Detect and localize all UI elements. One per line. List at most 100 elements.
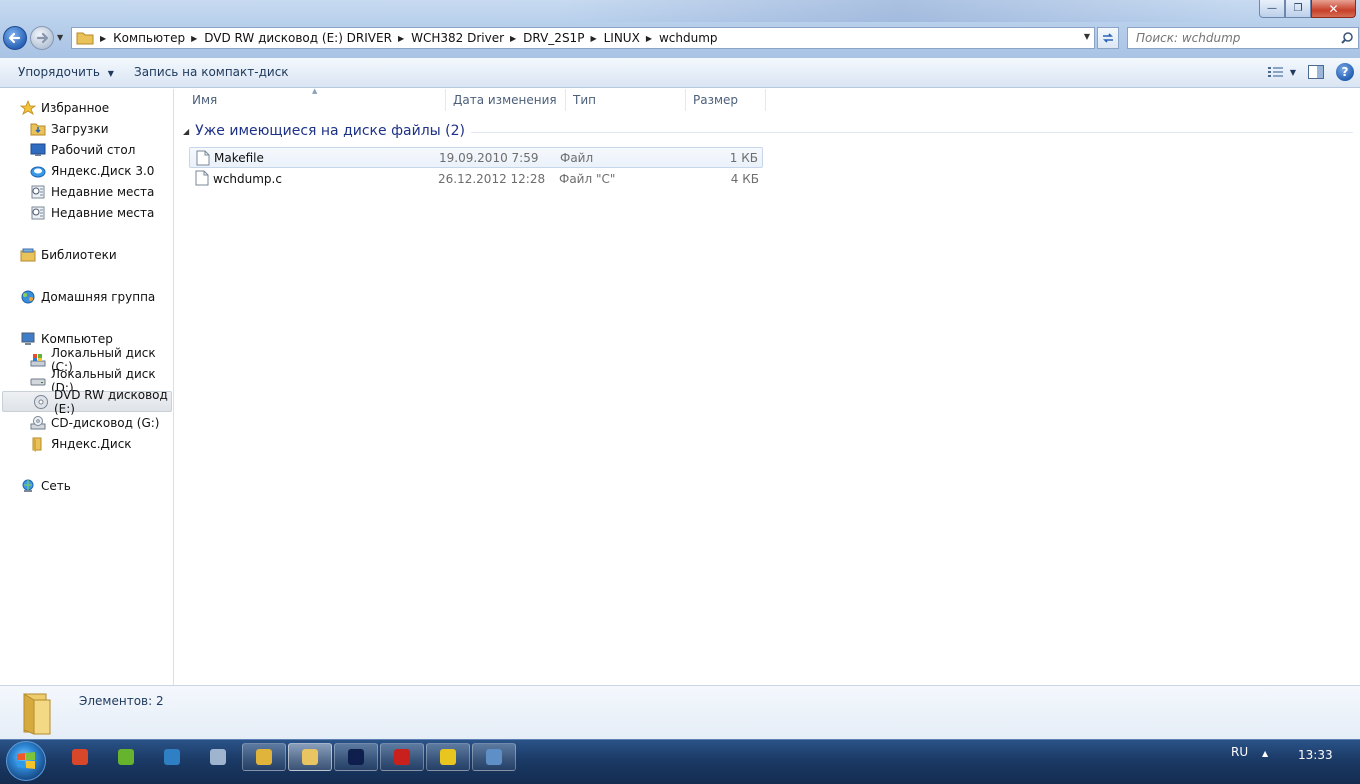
column-header-type[interactable]: Тип	[566, 89, 686, 111]
chevron-down-icon: ▼	[107, 69, 114, 78]
breadcrumb-label: Компьютер	[113, 31, 186, 45]
window-controls: — ❐ ✕	[1259, 0, 1356, 18]
sidebar-item-drive-e[interactable]: DVD RW дисковод (E:)	[2, 388, 172, 416]
file-icon	[195, 170, 209, 186]
taskbar-app-acrobat[interactable]	[380, 743, 424, 771]
breadcrumb-label: LINUX	[603, 31, 640, 45]
breadcrumb-label: wchdump	[658, 31, 718, 45]
taskbar-app-k-app[interactable]	[150, 743, 194, 771]
sidebar-item-label: Недавние места	[51, 205, 155, 220]
taskbar-app-ccleaner[interactable]	[58, 743, 102, 771]
breadcrumb-separator-icon[interactable]: ▶	[191, 34, 197, 43]
downloads-folder-icon	[30, 121, 46, 137]
folder-icon	[30, 436, 46, 452]
sidebar-item-label: Яндекс.Диск	[51, 436, 132, 451]
file-row-wchdump-c[interactable]: wchdump.c 26.12.2012 12:28 Файл "C" 4 КБ	[189, 168, 763, 189]
organize-label: Упорядочить	[18, 65, 100, 79]
sidebar-item-favorites[interactable]: Избранное	[0, 97, 172, 118]
breadcrumb-separator-icon[interactable]: ▶	[510, 34, 516, 43]
taskbar-app-1c[interactable]	[426, 743, 470, 771]
tray-expand-icon[interactable]: ▲	[1262, 749, 1268, 758]
organize-button[interactable]: Упорядочить ▼	[18, 65, 114, 79]
burn-to-disc-button[interactable]: Запись на компакт-диск	[134, 65, 289, 79]
taskbar-app-remote-desktop[interactable]	[472, 743, 516, 771]
cd-drive-icon	[30, 415, 46, 431]
breadcrumb-label: WCH382 Driver	[411, 31, 505, 45]
group-divider	[471, 131, 1353, 133]
forward-button[interactable]	[30, 26, 54, 50]
close-button[interactable]: ✕	[1311, 0, 1356, 18]
homegroup-icon	[20, 289, 36, 305]
view-controls: ▼ ?	[1267, 63, 1354, 81]
forward-arrow-icon	[36, 32, 49, 44]
sidebar-item-yandex-disk[interactable]: Яндекс.Диск	[0, 433, 172, 454]
group-title: Уже имеющиеся на диске файлы (2)	[195, 123, 465, 139]
back-arrow-icon	[8, 32, 21, 44]
folder-icon	[76, 32, 94, 45]
breadcrumb-separator-icon[interactable]: ▶	[590, 34, 596, 43]
taskbar-app-explorer[interactable]	[288, 743, 332, 771]
file-type: Файл "C"	[559, 171, 616, 186]
language-indicator[interactable]: RU	[1231, 745, 1248, 759]
title-blur	[560, 0, 1240, 22]
breadcrumb-linux[interactable]: ▶ LINUX	[584, 28, 639, 48]
acrobat-icon	[394, 749, 410, 765]
address-bar[interactable]: ▶ Компьютер ▶ DVD RW дисковод (E:) DRIVER …	[71, 27, 1095, 49]
column-header-size[interactable]: Размер	[686, 89, 766, 111]
sidebar-item-libraries[interactable]: Библиотеки	[0, 244, 172, 265]
taskbar-app-chrome[interactable]	[242, 743, 286, 771]
taskbar-app-calculator[interactable]	[196, 743, 240, 771]
column-header-date[interactable]: Дата изменения	[446, 89, 566, 111]
sidebar-item-recent-places[interactable]: Недавние места	[0, 181, 172, 202]
sidebar-item-yandex-disk-3[interactable]: Яндекс.Диск 3.0	[0, 160, 172, 181]
minimize-button[interactable]: —	[1259, 0, 1285, 18]
recent-places-icon	[30, 184, 46, 200]
preview-pane-icon[interactable]	[1308, 65, 1324, 79]
search-icon[interactable]	[1340, 31, 1354, 45]
taskbar-app-photoshop[interactable]	[334, 743, 378, 771]
k-app-icon	[164, 749, 180, 765]
breadcrumb-separator-icon[interactable]: ▶	[100, 34, 106, 43]
start-button[interactable]	[6, 741, 46, 781]
breadcrumb-dvd-drive[interactable]: ▶ DVD RW дисковод (E:) DRIVER	[185, 28, 392, 48]
sidebar-item-downloads[interactable]: Загрузки	[0, 118, 172, 139]
breadcrumb-drv-2s1p[interactable]: ▶ DRV_2S1P	[504, 28, 584, 48]
sidebar-item-label: CD-дисковод (G:)	[51, 415, 160, 430]
breadcrumb-wchdump[interactable]: ▶ wchdump	[640, 28, 718, 48]
refresh-icon	[1103, 33, 1113, 43]
utorrent-icon	[118, 749, 134, 765]
sidebar-item-recent-places-2[interactable]: Недавние места	[0, 202, 172, 223]
back-button[interactable]	[3, 26, 27, 50]
search-input[interactable]	[1136, 31, 1336, 45]
maximize-button[interactable]: ❐	[1285, 0, 1311, 18]
sidebar-item-label: Загрузки	[51, 121, 109, 136]
file-name: Makefile	[214, 150, 264, 165]
sidebar-item-label: Сеть	[41, 478, 71, 493]
breadcrumb-separator-icon[interactable]: ▶	[646, 34, 652, 43]
file-date: 26.12.2012 12:28	[438, 171, 546, 186]
refresh-button[interactable]	[1097, 27, 1119, 49]
computer-icon	[20, 331, 36, 347]
calculator-icon	[210, 749, 226, 765]
sidebar-item-label: Компьютер	[41, 331, 113, 346]
breadcrumb-computer[interactable]: ▶ Компьютер	[94, 28, 185, 48]
column-header-name[interactable]: Имя	[186, 89, 446, 111]
clock[interactable]: 13:33	[1298, 748, 1333, 762]
change-view-button[interactable]: ▼	[1267, 66, 1296, 78]
sidebar-item-label: Библиотеки	[41, 247, 117, 262]
group-header[interactable]: ◢ Уже имеющиеся на диске файлы (2)	[183, 121, 1353, 141]
breadcrumb-wch382-driver[interactable]: ▶ WCH382 Driver	[392, 28, 504, 48]
sidebar-item-homegroup[interactable]: Домашняя группа	[0, 286, 172, 307]
details-view-icon	[1267, 67, 1283, 77]
help-icon[interactable]: ?	[1336, 63, 1354, 81]
breadcrumb-separator-icon[interactable]: ▶	[398, 34, 404, 43]
sidebar-item-network[interactable]: Сеть	[0, 475, 172, 496]
file-row-makefile[interactable]: Makefile 19.09.2010 7:59 Файл 1 КБ	[189, 147, 763, 168]
address-dropdown-icon[interactable]: ▼	[1084, 32, 1090, 41]
search-box[interactable]	[1127, 27, 1359, 49]
taskbar-app-utorrent[interactable]	[104, 743, 148, 771]
sidebar-item-drive-g[interactable]: CD-дисковод (G:)	[0, 412, 172, 433]
collapse-group-icon[interactable]: ◢	[183, 127, 189, 136]
sidebar-item-desktop[interactable]: Рабочий стол	[0, 139, 172, 160]
recent-pages-dropdown[interactable]: ▼	[57, 33, 63, 42]
